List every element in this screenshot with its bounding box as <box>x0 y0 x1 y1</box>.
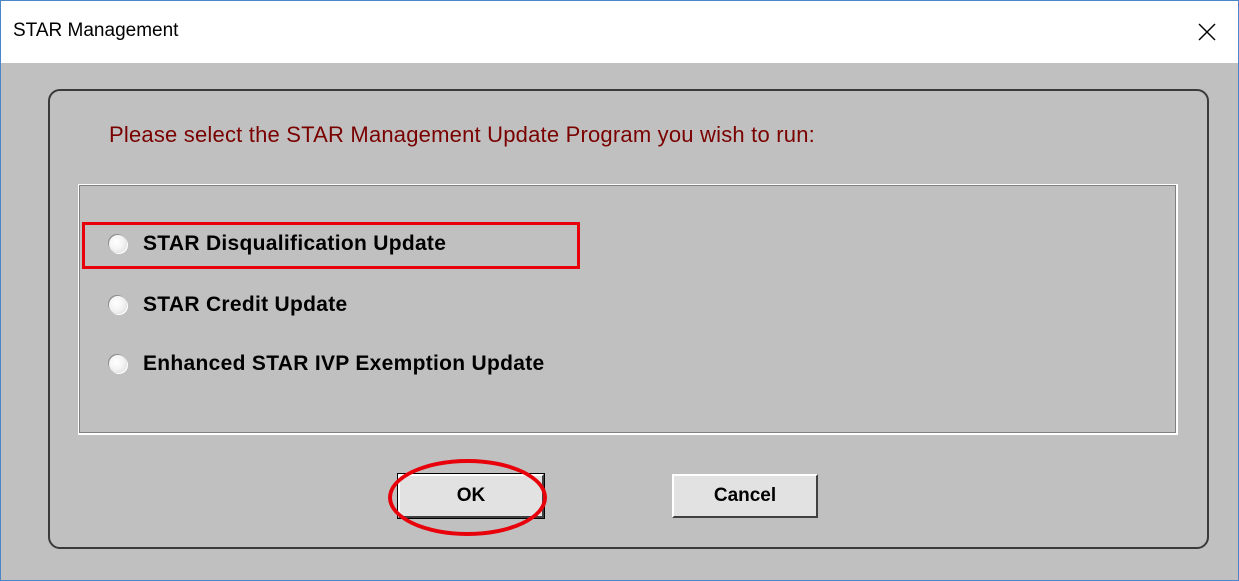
option-enhanced-star-ivp-exemption-update[interactable]: Enhanced STAR IVP Exemption Update <box>109 352 545 376</box>
option-star-disqualification-update[interactable]: STAR Disqualification Update <box>109 232 446 256</box>
ok-button[interactable]: OK <box>397 473 545 519</box>
option-label: STAR Credit Update <box>143 293 348 316</box>
title-bar: STAR Management <box>1 1 1238 63</box>
cancel-button[interactable]: Cancel <box>672 474 818 518</box>
window-title: STAR Management <box>13 20 179 41</box>
close-icon <box>1198 23 1216 41</box>
option-star-credit-update[interactable]: STAR Credit Update <box>109 293 348 317</box>
radio-button-icon[interactable] <box>109 235 127 253</box>
close-button[interactable] <box>1176 1 1238 63</box>
star-management-window: STAR Management Please select the STAR M… <box>0 0 1239 581</box>
selection-prompt: Please select the STAR Management Update… <box>109 122 815 147</box>
option-label: STAR Disqualification Update <box>143 232 447 255</box>
radio-button-icon[interactable] <box>109 355 127 373</box>
radio-button-icon[interactable] <box>109 296 127 314</box>
option-label: Enhanced STAR IVP Exemption Update <box>143 352 545 375</box>
